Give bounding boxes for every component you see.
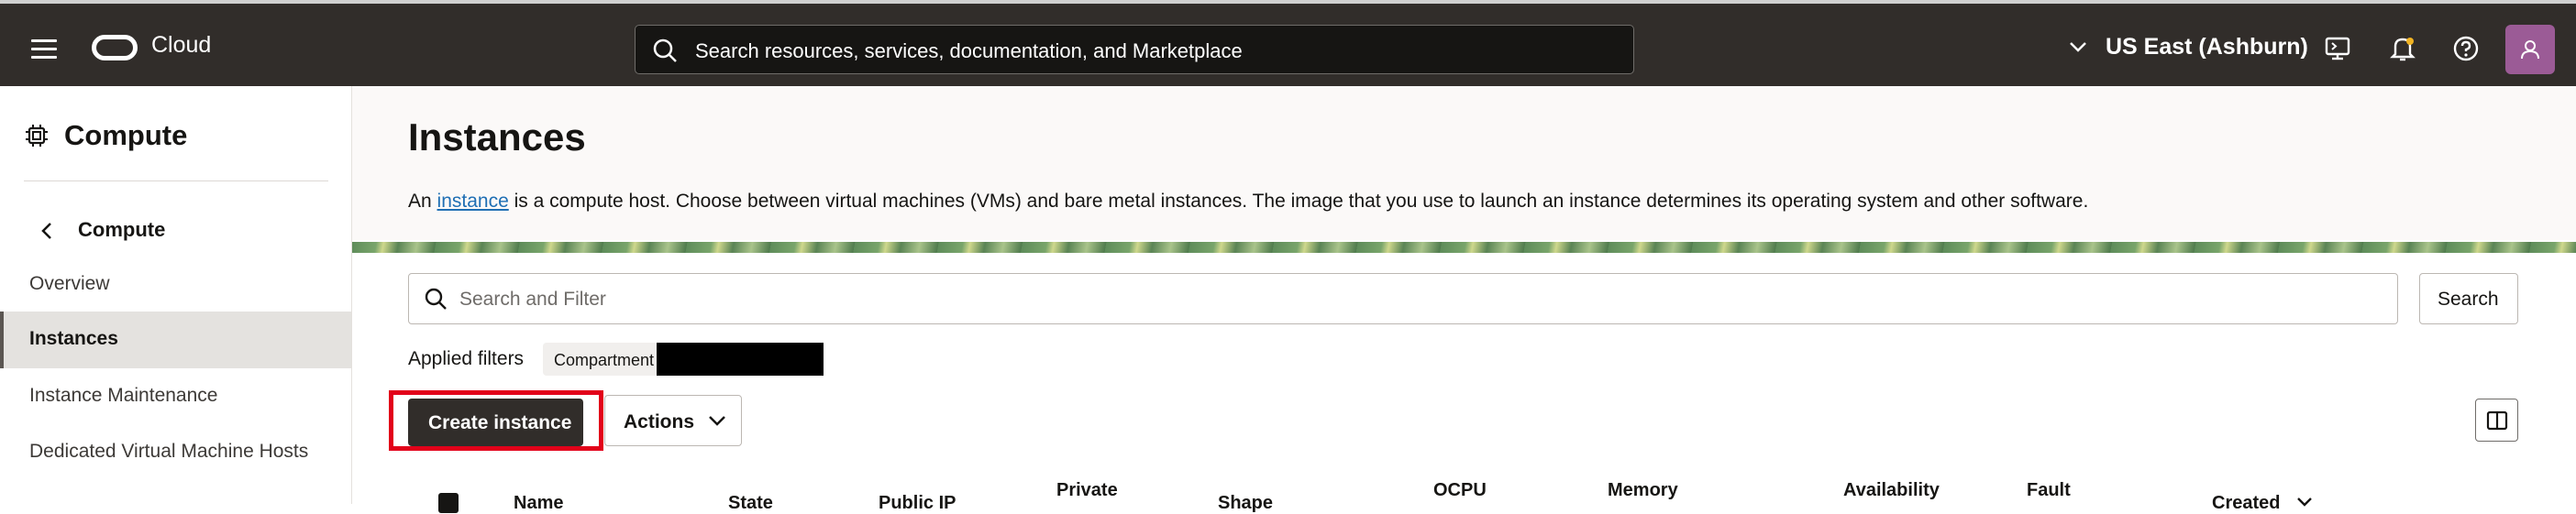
create-instance-button[interactable]: Create instance [408,399,583,446]
search-icon [653,38,677,62]
description-suffix: is a compute host. Choose between virtua… [508,191,2089,212]
brand-label[interactable]: Cloud [151,32,211,59]
avatar[interactable] [2505,25,2555,74]
column-header-availability[interactable]: Availability [1843,480,1940,501]
search-filter-input[interactable]: Search and Filter [408,273,2398,324]
sidebar-item-instance-maintenance[interactable]: Instance Maintenance [0,368,351,425]
sidebar-item-overview[interactable]: Overview [0,257,351,313]
sidebar-item-dedicated-vm-hosts[interactable]: Dedicated Virtual Machine Hosts [0,424,351,481]
column-header-ocpu[interactable]: OCPU [1433,480,1487,501]
region-selector[interactable]: US East (Ashburn) [2106,34,2308,60]
sort-chevron-icon[interactable] [2296,497,2313,508]
page-title: Instances [408,115,586,159]
applied-filters-label: Applied filters [408,348,525,369]
column-header-private[interactable]: Private [1056,480,1118,501]
column-header-fault[interactable]: Fault [2027,480,2071,501]
redacted-compartment-value [657,343,824,376]
page-header: Instances An instance is a compute host.… [352,86,2576,240]
oracle-logo-icon[interactable] [92,35,138,60]
sidebar-divider [24,180,328,181]
sidebar-item-instances[interactable]: Instances [0,312,351,368]
global-search-input[interactable]: Search resources, services, documentatio… [635,25,1634,74]
chevron-left-icon[interactable] [40,222,53,240]
search-button-label: Search [2438,289,2499,310]
compute-chip-icon [26,125,48,147]
sidebar-item-label: Instances [29,328,118,349]
select-all-checkbox[interactable] [438,493,459,513]
search-icon [425,288,447,310]
search-button[interactable]: Search [2419,273,2518,324]
page-description: An instance is a compute host. Choose be… [408,191,2088,213]
actions-label: Actions [624,411,695,432]
sidebar-back-link[interactable]: Compute [78,218,165,242]
sidebar: Compute Compute Overview Instances Insta… [0,86,352,504]
actions-dropdown[interactable]: Actions [604,395,742,446]
sidebar-title: Compute [64,119,188,151]
create-instance-label: Create instance [428,412,572,433]
help-icon[interactable] [2451,34,2481,63]
chevron-down-icon [709,416,725,426]
description-prefix: An [408,191,437,212]
global-search-placeholder: Search resources, services, documentatio… [695,39,1243,62]
search-filter-placeholder: Search and Filter [459,289,606,310]
user-icon [2521,40,2539,60]
bell-icon[interactable] [2388,34,2417,63]
menu-icon[interactable] [31,39,57,59]
cloud-shell-icon[interactable] [2323,34,2352,63]
columns-icon [2486,410,2508,431]
chevron-down-icon[interactable] [2069,40,2087,53]
top-navigation-bar: Cloud Search resources, services, docume… [0,0,2576,86]
sidebar-item-label: Instance Maintenance [29,385,218,406]
compartment-filter-chip[interactable]: Compartment [543,343,824,376]
sidebar-item-label: Overview [29,273,110,294]
main-content: Instances An instance is a compute host.… [352,86,2576,513]
instance-doc-link[interactable]: instance [437,191,509,212]
chip-label: Compartment [554,351,655,369]
column-header-memory[interactable]: Memory [1608,480,1678,501]
sidebar-item-label: Dedicated Virtual Machine Hosts [29,441,309,462]
decorative-banner [352,242,2576,253]
column-layout-button[interactable] [2475,399,2518,442]
